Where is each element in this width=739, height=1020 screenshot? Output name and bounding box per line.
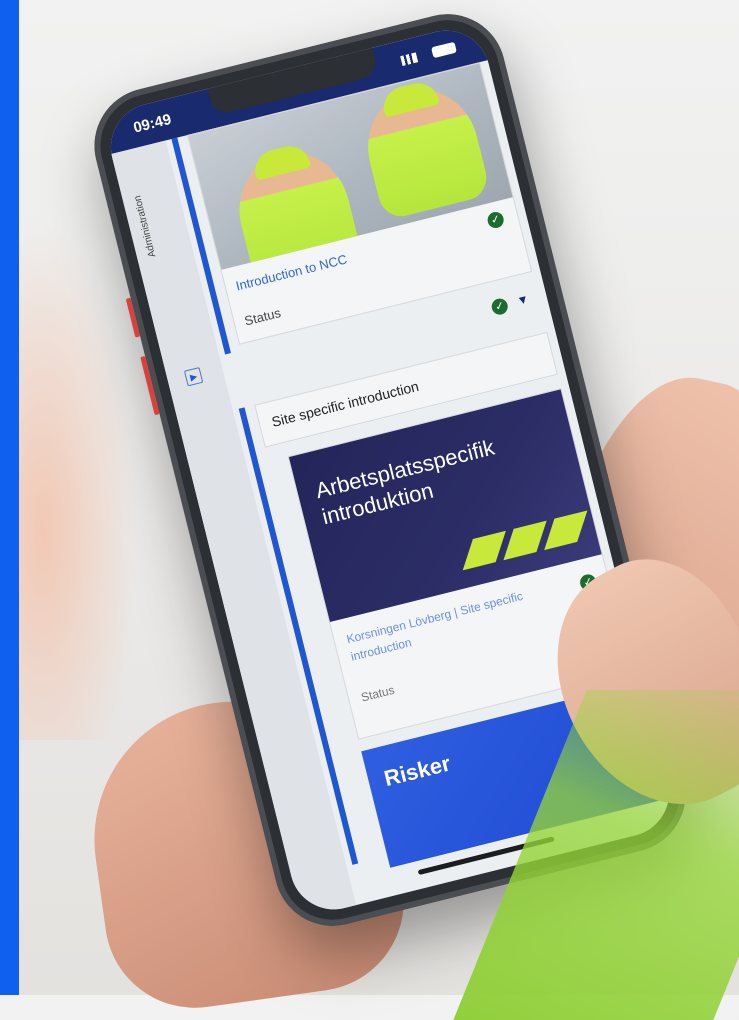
banner-title: Risker [381, 750, 453, 792]
stripe [462, 530, 506, 571]
battery-icon [431, 41, 457, 59]
stripe [544, 510, 588, 551]
brand-stripes [455, 510, 588, 571]
check-circle-icon: ✓ [485, 210, 506, 230]
banner-title: Arbetsplatsspecifik introduktion [312, 434, 497, 530]
stripe [503, 520, 547, 561]
volume-down-button [140, 355, 160, 416]
side-rail-label[interactable]: Administration [132, 194, 158, 258]
course-status-label: Status [359, 682, 396, 705]
volume-up-button [125, 297, 141, 338]
check-circle-icon: ✓ [490, 296, 510, 317]
play-icon[interactable]: ▶ [183, 367, 204, 387]
chevron-down-icon[interactable]: ▼ [515, 292, 530, 308]
status-time: 09:49 [131, 110, 174, 137]
signal-icon [400, 52, 419, 66]
status-icons [400, 41, 457, 66]
course-status-label: Status [242, 305, 283, 329]
